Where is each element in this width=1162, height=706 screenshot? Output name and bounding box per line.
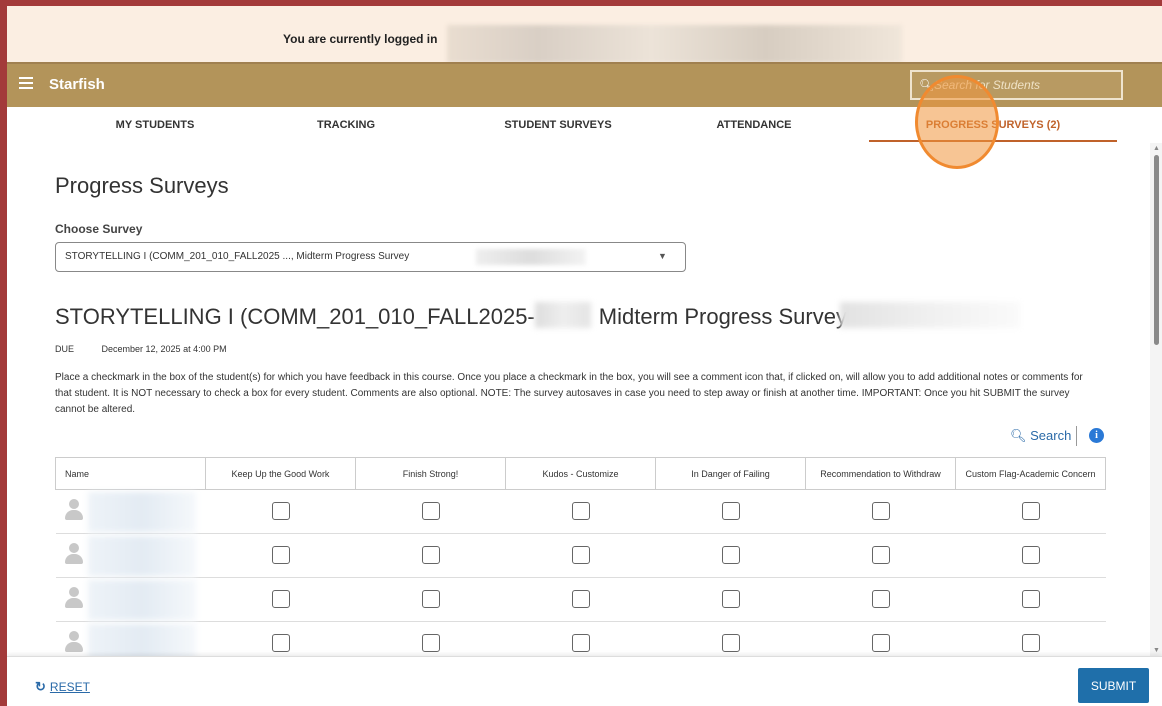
redacted-heading-section [535,302,591,328]
checkbox-kudos[interactable] [571,502,590,521]
tab-my-students[interactable]: MY STUDENTS [83,119,227,131]
window-frame-top [0,0,1162,6]
reset-label: RESET [49,680,90,694]
column-header-keep-up[interactable]: Keep Up the Good Work [205,457,356,490]
avatar [64,587,83,609]
window-frame-left [0,0,7,706]
table-search-label: Search [1030,428,1072,443]
table-row [55,577,1106,622]
checkbox-kudos[interactable] [571,590,590,609]
survey-heading-type: Midterm Progress Survey [598,304,847,329]
tab-tracking[interactable]: TRACKING [293,119,399,131]
checkbox-keep-up[interactable] [271,634,290,653]
checkbox-danger-failing[interactable] [721,502,740,521]
checkbox-withdraw[interactable] [871,590,890,609]
avatar [64,543,83,565]
column-header-danger-failing[interactable]: In Danger of Failing [655,457,806,490]
survey-table: Name Keep Up the Good Work Finish Strong… [55,457,1106,666]
due-label: DUE [55,344,75,354]
checkbox-finish-strong[interactable] [421,634,440,653]
tab-attendance[interactable]: ATTENDANCE [700,119,808,131]
checkbox-kudos[interactable] [571,546,590,565]
student-name-cell [55,489,206,534]
redacted-student-name [87,536,196,576]
checkbox-finish-strong[interactable] [421,502,440,521]
avatar [64,631,83,653]
survey-select-value: STORYTELLING I (COMM_201_010_FALL2025 ..… [65,251,410,262]
checkbox-danger-failing[interactable] [721,546,740,565]
table-row [55,533,1106,578]
footer-bar: ↻ RESET SUBMIT [7,656,1162,706]
checkbox-danger-failing[interactable] [721,634,740,653]
survey-heading-course: STORYTELLING I (COMM_201_010_FALL2025- [55,304,535,329]
student-name-cell [55,577,206,622]
checkbox-finish-strong[interactable] [421,590,440,609]
scrollbar-thumb[interactable] [1154,155,1159,345]
table-search-link[interactable]: 🔍︎ Search [1010,428,1071,444]
search-icon: 🔍︎ [1010,428,1027,443]
scroll-down-arrow-icon[interactable]: ▼ [1153,647,1160,654]
redacted-user-name [447,25,902,63]
redacted-student-name [87,492,196,532]
vertical-scrollbar[interactable]: ▲ ▼ [1150,143,1162,656]
survey-instructions: Place a checkmark in the box of the stud… [55,372,1083,415]
survey-heading: STORYTELLING I (COMM_201_010_FALL2025- Mi… [55,304,847,330]
info-icon[interactable]: i [1089,428,1104,443]
avatar [64,499,83,521]
checkbox-danger-failing[interactable] [721,590,740,609]
login-banner: You are currently logged in [7,6,1162,63]
column-header-finish-strong[interactable]: Finish Strong! [355,457,506,490]
tab-student-surveys[interactable]: STUDENT SURVEYS [483,119,633,131]
main-tabs: MY STUDENTS TRACKING STUDENT SURVEYS ATT… [7,107,1150,143]
due-date-value: December 12, 2025 at 4:00 PM [101,344,227,354]
checkbox-academic-concern[interactable] [1021,502,1040,521]
choose-survey-label: Choose Survey [55,222,143,236]
caret-down-icon: ▼ [658,251,667,261]
redacted-select-text [476,249,586,265]
redacted-student-name [87,580,196,620]
column-header-academic-concern[interactable]: Custom Flag-Academic Concern [955,457,1106,490]
checkbox-academic-concern[interactable] [1021,590,1040,609]
column-header-withdraw[interactable]: Recommendation to Withdraw [805,457,956,490]
tab-progress-surveys[interactable]: PROGRESS SURVEYS (2) [907,119,1079,131]
checkbox-keep-up[interactable] [271,502,290,521]
toolbar-divider [1076,426,1077,446]
checkbox-keep-up[interactable] [271,546,290,565]
due-date-row: DUE December 12, 2025 at 4:00 PM [55,344,227,354]
app-header: Starfish 🔍︎ [7,62,1162,107]
checkbox-finish-strong[interactable] [421,546,440,565]
student-search-input[interactable] [934,76,1114,94]
checkbox-withdraw[interactable] [871,546,890,565]
search-icon: 🔍︎ [919,78,935,92]
table-header-row: Name Keep Up the Good Work Finish Strong… [55,457,1106,490]
login-status-text: You are currently logged in [283,32,438,46]
reset-icon: ↻ [35,679,46,694]
student-name-cell [55,533,206,578]
table-row [55,489,1106,534]
checkbox-academic-concern[interactable] [1021,546,1040,565]
scroll-up-arrow-icon[interactable]: ▲ [1153,145,1160,152]
checkbox-withdraw[interactable] [871,634,890,653]
student-search-box[interactable]: 🔍︎ [910,70,1123,100]
survey-select[interactable]: STORYTELLING I (COMM_201_010_FALL2025 ..… [55,242,686,272]
checkbox-academic-concern[interactable] [1021,634,1040,653]
column-header-kudos[interactable]: Kudos - Customize [505,457,656,490]
active-tab-indicator [869,140,1117,142]
redacted-heading-term [840,302,1020,328]
hamburger-menu-icon[interactable] [19,77,33,91]
page-title: Progress Surveys [55,173,229,198]
checkbox-withdraw[interactable] [871,502,890,521]
app-brand[interactable]: Starfish [49,76,105,93]
reset-button[interactable]: ↻ RESET [35,679,90,695]
checkbox-keep-up[interactable] [271,590,290,609]
submit-button[interactable]: SUBMIT [1078,668,1149,703]
column-header-name[interactable]: Name [55,457,206,490]
checkbox-kudos[interactable] [571,634,590,653]
